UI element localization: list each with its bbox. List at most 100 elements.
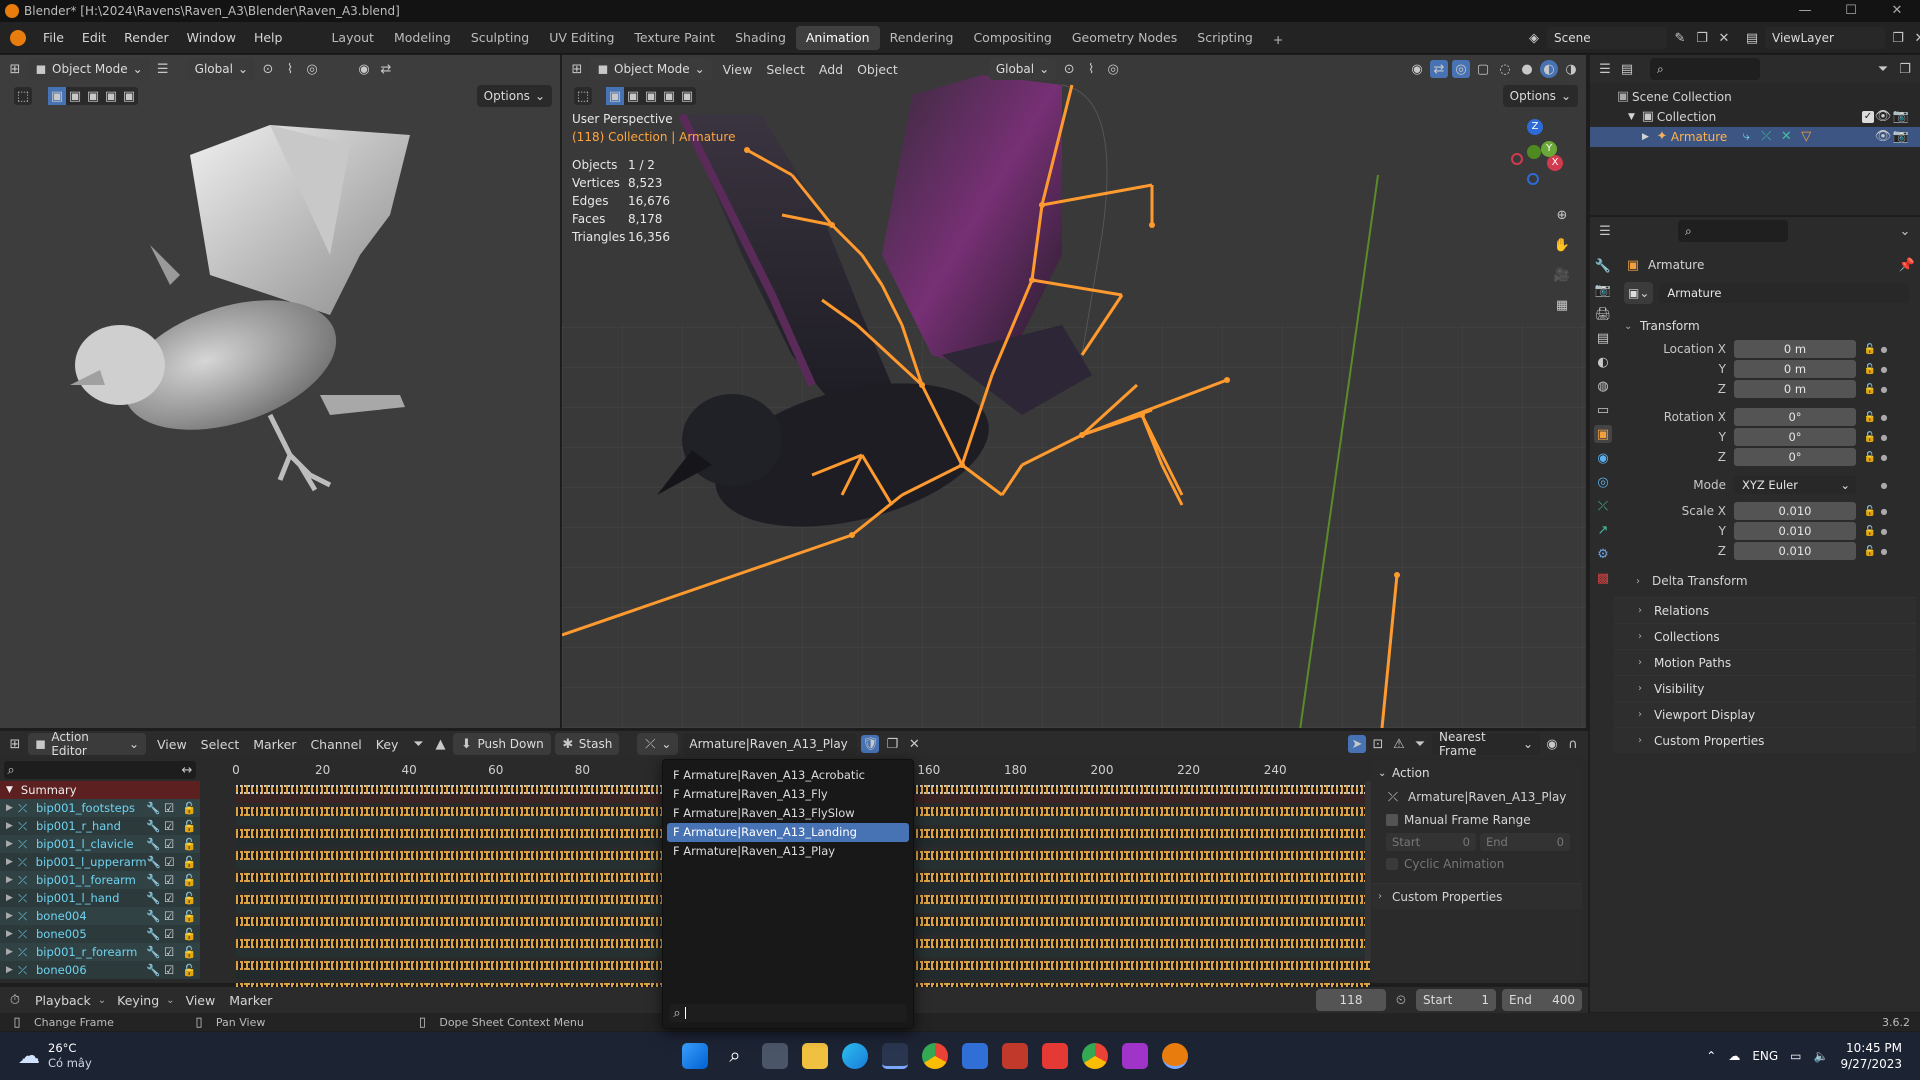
transform-panel-header[interactable]: ⌄ Transform xyxy=(1624,313,1916,339)
gizmo-z[interactable]: Z xyxy=(1527,119,1543,135)
modifier-tab-icon[interactable]: ◉ xyxy=(1594,449,1612,467)
wrench-icon[interactable]: 🔧 xyxy=(147,855,165,869)
only-selected-icon[interactable]: ➤ xyxy=(1348,735,1366,753)
proportional-icon[interactable]: ◎ xyxy=(1104,60,1122,78)
lock-icon[interactable]: 🔓 xyxy=(1862,526,1878,537)
clock[interactable]: 10:45 PM 9/27/2023 xyxy=(1840,1040,1902,1072)
scale-field[interactable]: 0.010 xyxy=(1734,502,1856,520)
filter-icon[interactable]: ⏷ xyxy=(1874,60,1892,78)
start-frame-field[interactable]: Start 1 xyxy=(1416,989,1496,1011)
checkbox-icon[interactable]: ☑ xyxy=(164,819,182,833)
chevron-down-icon[interactable]: ⌄ xyxy=(1896,222,1914,240)
armature-data-tab-icon[interactable]: ⤫ xyxy=(1594,497,1612,515)
left-options-button[interactable]: Options ⌄ xyxy=(476,85,552,107)
action-menu-item[interactable]: F Armature|Raven_A13_Acrobatic xyxy=(667,766,909,785)
editor-type-icon[interactable]: ☰ xyxy=(1596,222,1614,240)
section-collections[interactable]: › Collections xyxy=(1614,623,1916,649)
action-panel-name[interactable]: Armature|Raven_A13_Play xyxy=(1408,790,1566,804)
left-orientation-dropdown[interactable]: Global ⌄ xyxy=(187,58,255,80)
stash-button[interactable]: ✱ Stash xyxy=(554,733,620,755)
channel-row[interactable]: ▶ ⤫ bip001_l_forearm 🔧 ☑ 🔓 xyxy=(0,871,200,889)
section-custom-properties[interactable]: › Custom Properties xyxy=(1614,727,1916,753)
main-options-button[interactable]: Options ⌄ xyxy=(1502,85,1578,107)
editor-type-icon[interactable]: ⏱ xyxy=(6,991,24,1009)
expand-icon[interactable]: ▶ xyxy=(0,857,18,867)
render-tab-icon[interactable]: 📷 xyxy=(1594,281,1612,299)
viewport-menu-add[interactable]: Add xyxy=(812,62,850,77)
minimize-button[interactable]: — xyxy=(1782,0,1828,22)
scene-tab-icon[interactable]: ◐ xyxy=(1594,353,1612,371)
gizmo-icon[interactable]: ⇄ xyxy=(377,60,395,78)
location-field[interactable]: 0 m xyxy=(1734,360,1856,378)
keyframe-dot-icon[interactable]: ● xyxy=(1878,527,1890,536)
tab-animation[interactable]: Animation xyxy=(795,25,880,50)
lock-icon[interactable]: 🔓 xyxy=(182,963,200,977)
lock-icon[interactable]: 🔓 xyxy=(182,819,200,833)
display-icon[interactable]: ▭ xyxy=(1790,1049,1801,1063)
tab-scripting[interactable]: Scripting xyxy=(1187,26,1263,50)
keyframe-dot-icon[interactable]: ● xyxy=(1878,345,1890,354)
snap-icon[interactable]: ⌇ xyxy=(1082,60,1100,78)
rotation-field[interactable]: 0° xyxy=(1734,408,1856,426)
rotation-field[interactable]: 0° xyxy=(1734,428,1856,446)
tab-sculpting[interactable]: Sculpting xyxy=(461,26,539,50)
armature-row[interactable]: ▶ ✦ Armature ⤷ ⤫ ✕ ▽ 👁 📷 xyxy=(1590,127,1920,147)
channel-search[interactable]: ⌕ xyxy=(4,761,196,779)
rotation-mode-dropdown[interactable]: XYZ Euler ⌄ xyxy=(1734,476,1856,494)
keyframe-dot-icon[interactable]: ● xyxy=(1878,507,1890,516)
file-explorer-icon[interactable] xyxy=(802,1043,828,1069)
pivot-icon[interactable]: ⊙ xyxy=(259,60,277,78)
duplicate-action-icon[interactable]: ❐ xyxy=(883,735,901,753)
keyframe-dot-icon[interactable]: ● xyxy=(1878,413,1890,422)
material-shading-icon[interactable]: ◐ xyxy=(1540,60,1558,78)
lock-icon[interactable]: 🔓 xyxy=(1862,452,1878,463)
wrench-icon[interactable]: 🔧 xyxy=(146,963,164,977)
editor-type-icon[interactable]: ⊞ xyxy=(6,60,24,78)
pin-icon[interactable]: 📌 xyxy=(1898,256,1916,274)
viewlayer-selector[interactable]: ViewLayer xyxy=(1765,27,1885,49)
maximize-button[interactable]: ☐ xyxy=(1828,0,1874,22)
lock-icon[interactable]: 🔓 xyxy=(1862,412,1878,423)
rotation-field[interactable]: 0° xyxy=(1734,448,1856,466)
keyframe-dot-icon[interactable]: ● xyxy=(1878,453,1890,462)
wrench-icon[interactable]: 🔧 xyxy=(146,927,164,941)
left-mode-dropdown[interactable]: ◼ Object Mode ⌄ xyxy=(28,58,150,80)
checkbox-icon[interactable]: ☑ xyxy=(164,927,182,941)
section-motion-paths[interactable]: › Motion Paths xyxy=(1614,649,1916,675)
channel-row[interactable]: ▶ ⤫ bone006 🔧 ☑ 🔓 xyxy=(0,961,200,979)
main-viewport[interactable]: ⊞ ◼ Object Mode ⌄ View Select Add Object Glob… xyxy=(562,55,1586,728)
custom-properties-header[interactable]: › Custom Properties xyxy=(1372,883,1582,909)
falloff-icon[interactable]: ∩ xyxy=(1564,735,1582,753)
editor-type-icon[interactable]: ☰ xyxy=(1596,60,1614,78)
section-relations[interactable]: › Relations xyxy=(1614,597,1916,623)
add-workspace-button[interactable]: + xyxy=(1263,28,1293,52)
wrench-icon[interactable]: 🔧 xyxy=(146,891,164,905)
lock-icon[interactable]: 🔓 xyxy=(1862,546,1878,557)
hamburger-icon[interactable]: ☰ xyxy=(154,60,172,78)
tab-compositing[interactable]: Compositing xyxy=(963,26,1061,50)
filters-icon[interactable]: ⏷ xyxy=(1411,735,1429,753)
channel-row[interactable]: ▶ ⤫ bip001_l_hand 🔧 ☑ 🔓 xyxy=(0,889,200,907)
delete-viewlayer-icon[interactable]: ✕ xyxy=(1911,29,1920,47)
tab-uv-editing[interactable]: UV Editing xyxy=(539,26,624,50)
menu-file[interactable]: File xyxy=(34,22,73,54)
proportional-icon[interactable]: ◎ xyxy=(303,60,321,78)
channel-row[interactable]: ▶ ⤫ bip001_l_upperarm 🔧 ☑ 🔓 xyxy=(0,853,200,871)
manual-range-checkbox[interactable] xyxy=(1386,814,1398,826)
navigation-gizmo[interactable]: X Z Y xyxy=(1497,115,1577,195)
summary-row[interactable]: ▼ Summary xyxy=(0,781,200,799)
lock-icon[interactable]: 🔓 xyxy=(1862,432,1878,443)
wrench-icon[interactable]: 🔧 xyxy=(146,873,164,887)
onedrive-icon[interactable]: ☁ xyxy=(1728,1049,1740,1063)
scene-collection-row[interactable]: ▣ Scene Collection xyxy=(1614,87,1920,107)
lock-icon[interactable]: 🔓 xyxy=(1862,344,1878,355)
lock-icon[interactable]: 🔓 xyxy=(182,855,200,869)
world-tab-icon[interactable]: ◍ xyxy=(1594,377,1612,395)
store-icon[interactable] xyxy=(962,1043,988,1069)
lock-icon[interactable]: 🔓 xyxy=(182,909,200,923)
timeline-menu-playback[interactable]: Playback xyxy=(28,993,98,1008)
action-menu-item[interactable]: F Armature|Raven_A13_Landing xyxy=(667,823,909,842)
ae-menu-key[interactable]: Key xyxy=(369,737,406,752)
chrome-icon[interactable] xyxy=(922,1043,948,1069)
ae-menu-select[interactable]: Select xyxy=(194,737,247,752)
